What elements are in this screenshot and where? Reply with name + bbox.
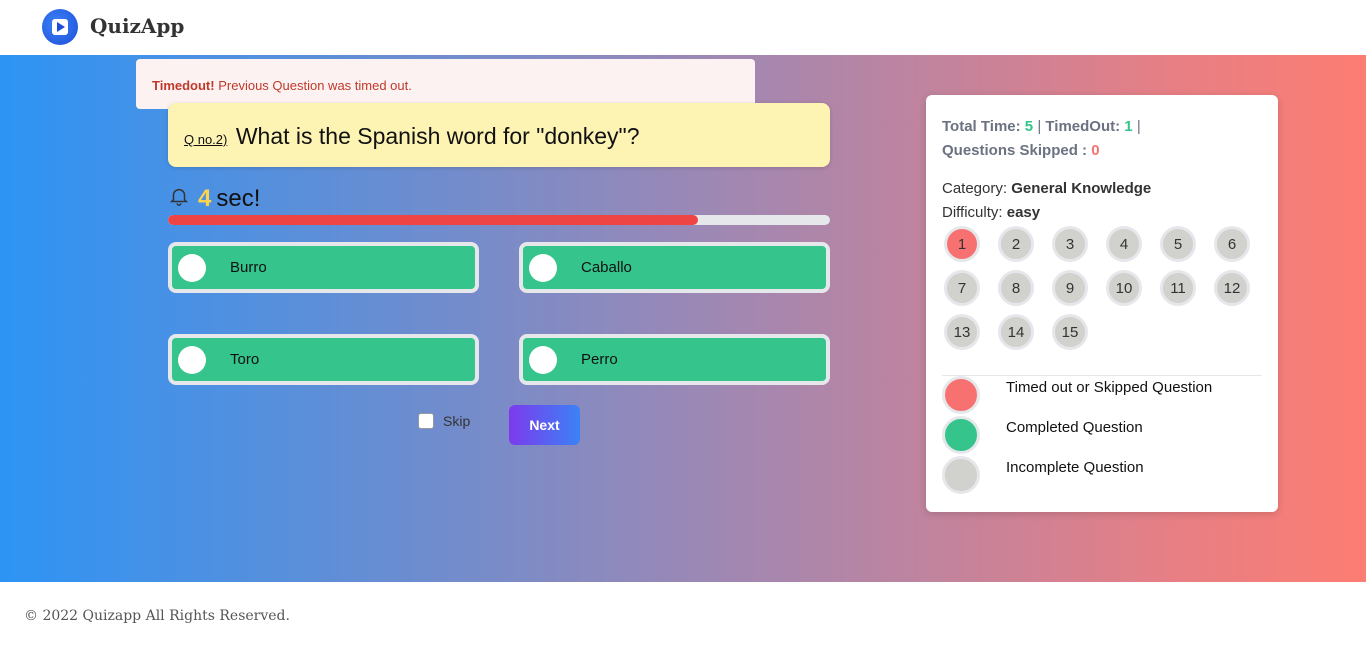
legend-item-incomplete: Incomplete Question: [942, 456, 1144, 494]
timer-unit: sec!: [216, 185, 261, 212]
footer: © 2022 Quizapp All Rights Reserved.: [0, 582, 1366, 650]
option-perro[interactable]: Perro: [519, 334, 830, 385]
total-time-label: Total Time:: [942, 118, 1021, 135]
question-card: Q no.2) What is the Spanish word for "do…: [168, 103, 830, 167]
question-number-7[interactable]: 7: [944, 270, 980, 306]
alert-title: Timedout!: [152, 78, 215, 93]
legend-label: Completed Question: [1006, 419, 1143, 436]
question-number-8[interactable]: 8: [998, 270, 1034, 306]
timer-progress-bar: [168, 215, 830, 225]
alert-message: Previous Question was timed out.: [218, 78, 412, 93]
skip-label[interactable]: Skip: [443, 413, 470, 429]
difficulty-label: Difficulty:: [942, 204, 1003, 221]
legend-dot: [942, 456, 980, 494]
timer-progress-fill: [168, 215, 698, 225]
header: QuizApp: [0, 0, 1366, 55]
quiz-stats: Total Time: 5 | TimedOut: 1 | Questions …: [942, 118, 1141, 159]
option-label: Caballo: [581, 259, 632, 276]
question-number: Q no.2): [184, 132, 228, 147]
option-label: Perro: [581, 351, 618, 368]
option-radio[interactable]: [529, 253, 557, 282]
timer: 4 sec!: [168, 185, 260, 213]
question-number-13[interactable]: 13: [944, 314, 980, 350]
option-radio[interactable]: [178, 253, 206, 282]
skip-control[interactable]: Skip: [418, 413, 470, 429]
question-text: What is the Spanish word for "donkey"?: [235, 123, 640, 149]
category-value: General Knowledge: [1011, 180, 1152, 197]
timedout-label: TimedOut:: [1045, 118, 1121, 135]
legend-label: Incomplete Question: [1006, 459, 1144, 476]
copyright-text: © 2022 Quizapp All Rights Reserved.: [24, 608, 290, 624]
legend-item-timed-out: Timed out or Skipped Question: [942, 376, 1212, 414]
question-number-3[interactable]: 3: [1052, 226, 1088, 262]
question-number-4[interactable]: 4: [1106, 226, 1142, 262]
option-toro[interactable]: Toro: [168, 334, 479, 385]
legend-label: Timed out or Skipped Question: [1006, 379, 1213, 396]
progress-panel: Total Time: 5 | TimedOut: 1 | Questions …: [926, 95, 1278, 512]
question-number-6[interactable]: 6: [1214, 226, 1250, 262]
question-number-15[interactable]: 15: [1052, 314, 1088, 350]
option-label: Toro: [230, 351, 260, 368]
quiz-meta: Category: General Knowledge Difficulty: …: [942, 177, 1151, 225]
skipped-value: 0: [1091, 142, 1100, 159]
question-number-11[interactable]: 11: [1160, 270, 1196, 306]
option-label: Burro: [230, 259, 267, 276]
legend-item-completed: Completed Question: [942, 416, 1143, 454]
bell-icon: [169, 188, 189, 206]
legend-dot: [942, 376, 980, 414]
question-number-10[interactable]: 10: [1106, 270, 1142, 306]
skip-checkbox[interactable]: [418, 413, 434, 429]
legend-dot: [942, 416, 980, 454]
difficulty-value: easy: [1006, 204, 1041, 221]
timer-value: 4: [198, 185, 212, 212]
option-burro[interactable]: Burro: [168, 242, 479, 293]
question-number-2[interactable]: 2: [998, 226, 1034, 262]
timedout-value: 1: [1124, 118, 1133, 135]
option-radio[interactable]: [529, 345, 557, 374]
next-button[interactable]: Next: [509, 405, 580, 445]
question-number-14[interactable]: 14: [998, 314, 1034, 350]
question-number-5[interactable]: 5: [1160, 226, 1196, 262]
timeout-alert: Timedout! Previous Question was timed ou…: [136, 59, 755, 109]
option-radio[interactable]: [178, 345, 206, 374]
skipped-label: Questions Skipped :: [942, 142, 1088, 159]
question-number-1[interactable]: 1: [944, 226, 980, 262]
question-number-9[interactable]: 9: [1052, 270, 1088, 306]
total-time-value: 5: [1024, 118, 1034, 135]
question-number-12[interactable]: 12: [1214, 270, 1250, 306]
app-name[interactable]: QuizApp: [90, 14, 184, 38]
category-label: Category:: [942, 180, 1008, 197]
play-logo-icon[interactable]: [42, 9, 78, 45]
option-caballo[interactable]: Caballo: [519, 242, 830, 293]
